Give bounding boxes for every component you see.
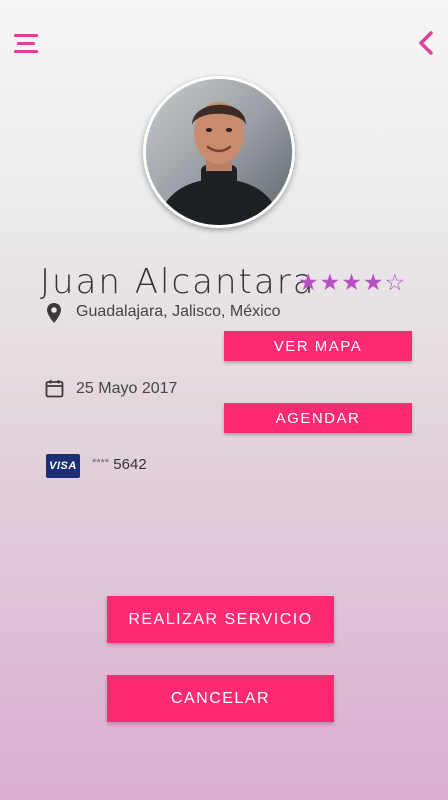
cancel-button[interactable]: CANCELAR — [107, 675, 334, 722]
star-filled-icon: ★ — [341, 270, 363, 296]
avatar-portrait — [146, 79, 292, 225]
back-button[interactable] — [416, 30, 436, 56]
menu-button[interactable] — [14, 34, 38, 54]
card-number: **** 5642 — [92, 456, 147, 473]
star-filled-icon: ★ — [298, 270, 320, 296]
location-pin-icon — [46, 302, 62, 328]
star-empty-icon: ☆ — [384, 270, 407, 296]
star-filled-icon: ★ — [319, 270, 342, 296]
profile-name: Juan Alcantara — [40, 262, 316, 302]
card-last-digits: 5642 — [113, 456, 147, 473]
menu-line-bottom — [14, 50, 38, 53]
chevron-left-icon — [419, 31, 433, 55]
card-mask: **** — [92, 457, 110, 469]
schedule-button[interactable]: AGENDAR — [224, 403, 412, 433]
avatar — [143, 76, 295, 228]
date-text: 25 Mayo 2017 — [76, 380, 178, 397]
visa-card-icon: VISA — [46, 454, 80, 478]
menu-line-middle — [17, 42, 35, 45]
view-map-button[interactable]: VER MAPA — [224, 331, 412, 361]
perform-service-button[interactable]: REALIZAR SERVICIO — [107, 596, 334, 643]
star-filled-icon: ★ — [362, 270, 385, 296]
calendar-icon — [45, 379, 64, 402]
location-text: Guadalajara, Jalisco, México — [76, 303, 281, 320]
rating-stars: ★★★★☆ — [298, 270, 406, 296]
hamburger-menu-icon — [14, 34, 38, 37]
